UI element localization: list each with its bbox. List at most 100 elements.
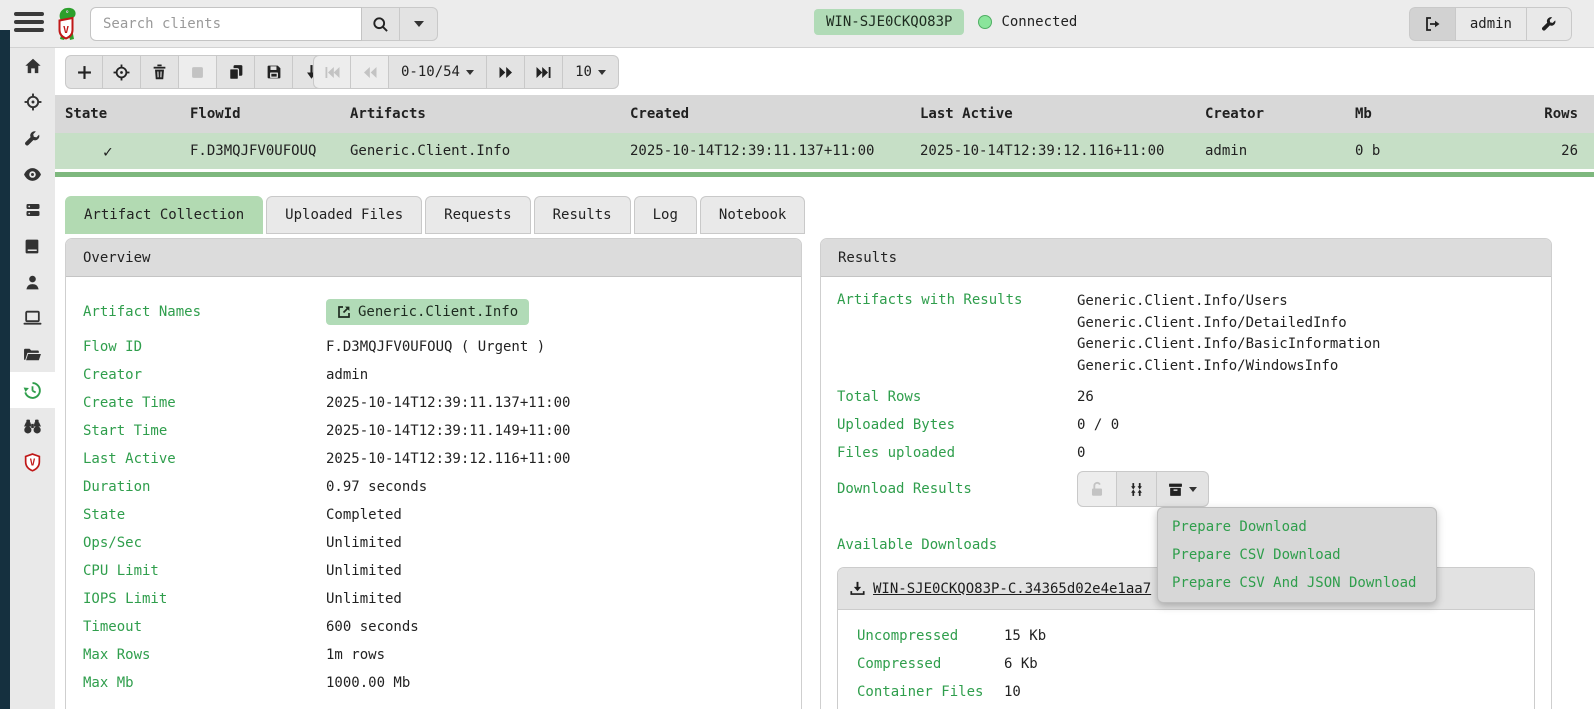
new-collection-button[interactable]	[65, 55, 103, 89]
tab-results[interactable]: Results	[534, 196, 631, 234]
tab-uploaded-files[interactable]: Uploaded Files	[266, 196, 422, 234]
overview-value: 2025-10-14T12:39:11.137+11:00	[326, 395, 570, 411]
artifact-badge-label: Generic.Client.Info	[358, 304, 518, 320]
stop-flow-button[interactable]	[179, 55, 217, 89]
column-header-last-active[interactable]: Last Active	[910, 106, 1195, 122]
tab-requests[interactable]: Requests	[425, 196, 530, 234]
prepare-download-dropdown-button[interactable]	[1157, 471, 1209, 507]
chevron-down-icon	[598, 70, 606, 75]
overview-label: Creator	[83, 367, 326, 383]
column-header-mb[interactable]: Mb	[1345, 106, 1455, 122]
download-results-buttons	[1077, 471, 1209, 507]
compress-arrows-icon	[1129, 482, 1144, 497]
search-options-dropdown-button[interactable]	[400, 7, 438, 41]
sidebar-item-clients[interactable]	[10, 300, 55, 336]
sidebar-item-hunt-manager[interactable]	[10, 84, 55, 120]
page-range-dropdown[interactable]: 0-10/54	[389, 55, 487, 89]
column-header-creator[interactable]: Creator	[1195, 106, 1345, 122]
trash-icon	[152, 64, 167, 80]
connection-status-label: Connected	[1001, 14, 1077, 30]
v-shield-icon: V	[24, 453, 41, 472]
user-icon	[24, 274, 41, 291]
flow-table-row-selected[interactable]: ✓ F.D3MQJFV0UFOUQ Generic.Client.Info 20…	[55, 133, 1594, 169]
table-progress-bar	[55, 172, 1594, 177]
book-icon	[24, 238, 41, 255]
overview-label: IOPS Limit	[83, 591, 326, 607]
tab-log[interactable]: Log	[634, 196, 697, 234]
sidebar-item-collected-flows[interactable]	[10, 372, 55, 408]
delete-flow-button[interactable]	[141, 55, 179, 89]
column-header-state[interactable]: State	[55, 106, 180, 122]
sidebar-item-server-artifacts[interactable]	[10, 192, 55, 228]
previous-page-button[interactable]	[351, 55, 389, 89]
logout-button[interactable]	[1409, 7, 1456, 41]
sidebar: V	[10, 48, 55, 709]
results-panel: Results Artifacts with Results Generic.C…	[820, 238, 1552, 709]
sidebar-item-server-monitoring[interactable]	[10, 156, 55, 192]
rewind-icon	[363, 66, 377, 79]
search-input[interactable]	[90, 7, 362, 41]
overview-value: Completed	[326, 507, 402, 523]
collapse-button[interactable]	[1117, 471, 1157, 507]
column-header-flowid[interactable]: FlowId	[180, 106, 340, 122]
overview-label: Start Time	[83, 423, 326, 439]
client-search	[90, 7, 438, 41]
download-stat-value: 15 Kb	[1004, 628, 1046, 644]
menu-item-prepare-csv-json-download[interactable]: Prepare CSV And JSON Download	[1158, 569, 1436, 597]
download-file-link[interactable]: WIN-SJE0CKQO83P-C.34365d02e4e1aa7	[850, 581, 1151, 597]
search-button[interactable]	[362, 7, 400, 41]
flow-creator-cell: admin	[1195, 143, 1345, 159]
hamburger-menu-icon[interactable]	[14, 12, 44, 36]
save-collection-button[interactable]	[255, 55, 293, 89]
column-header-artifacts[interactable]: Artifacts	[340, 106, 620, 122]
menu-item-prepare-csv-download[interactable]: Prepare CSV Download	[1158, 541, 1436, 569]
overview-label: Create Time	[83, 395, 326, 411]
artifact-name-badge[interactable]: Generic.Client.Info	[326, 299, 529, 325]
sidebar-item-vfs[interactable]	[10, 336, 55, 372]
sidebar-item-view-artifacts[interactable]	[10, 228, 55, 264]
download-stat-label: Compressed	[841, 656, 1004, 672]
last-page-button[interactable]	[525, 55, 563, 89]
velociraptor-logo: V	[54, 6, 84, 42]
sidebar-item-search[interactable]	[10, 408, 55, 444]
laptop-icon	[23, 310, 42, 326]
copy-icon	[228, 64, 244, 81]
download-file-name: WIN-SJE0CKQO83P-C.34365d02e4e1aa7	[873, 581, 1151, 597]
hostname-badge[interactable]: WIN-SJE0CKQO83P	[814, 9, 964, 35]
overview-label: Max Mb	[83, 675, 326, 691]
download-stat-value: 10	[1004, 684, 1021, 700]
skip-end-icon	[536, 66, 551, 79]
add-to-hunt-button[interactable]	[103, 55, 141, 89]
artifacts-with-results-list: Generic.Client.Info/Users Generic.Client…	[1077, 291, 1380, 377]
user-settings-button[interactable]	[1527, 7, 1572, 41]
first-page-button[interactable]	[313, 55, 351, 89]
tab-artifact-collection[interactable]: Artifact Collection	[65, 196, 263, 234]
download-stat-label: Uncompressed	[841, 628, 1004, 644]
page-size-dropdown[interactable]: 10	[563, 55, 619, 89]
skip-start-icon	[325, 66, 340, 79]
next-page-button[interactable]	[487, 55, 525, 89]
home-icon	[24, 57, 42, 75]
flows-table: State FlowId Artifacts Created Last Acti…	[55, 95, 1594, 177]
overview-value: admin	[326, 367, 368, 383]
copy-collection-button[interactable]	[217, 55, 255, 89]
sidebar-item-server-config[interactable]	[10, 120, 55, 156]
connected-dot-icon	[978, 15, 992, 29]
svg-text:V: V	[63, 25, 69, 36]
overview-label: Flow ID	[83, 339, 326, 355]
sidebar-item-home[interactable]	[10, 48, 55, 84]
overview-value: 2025-10-14T12:39:12.116+11:00	[326, 451, 570, 467]
binoculars-icon	[23, 418, 42, 435]
sidebar-item-velociraptor-shield[interactable]: V	[10, 444, 55, 480]
column-header-created[interactable]: Created	[620, 106, 910, 122]
column-header-rows[interactable]: Rows	[1455, 106, 1594, 122]
lock-download-button[interactable]	[1077, 471, 1117, 507]
menu-item-prepare-download[interactable]: Prepare Download	[1158, 513, 1436, 541]
overview-label: Last Active	[83, 451, 326, 467]
velociraptor-app: V WIN-SJE0CKQO83P Connected admin	[0, 0, 1594, 709]
overview-value: F.D3MQJFV0UFOUQ ( Urgent )	[326, 339, 545, 355]
sidebar-item-users[interactable]	[10, 264, 55, 300]
flow-rows-cell: 26	[1455, 143, 1594, 159]
overview-value: 2025-10-14T12:39:11.149+11:00	[326, 423, 570, 439]
tab-notebook[interactable]: Notebook	[700, 196, 805, 234]
